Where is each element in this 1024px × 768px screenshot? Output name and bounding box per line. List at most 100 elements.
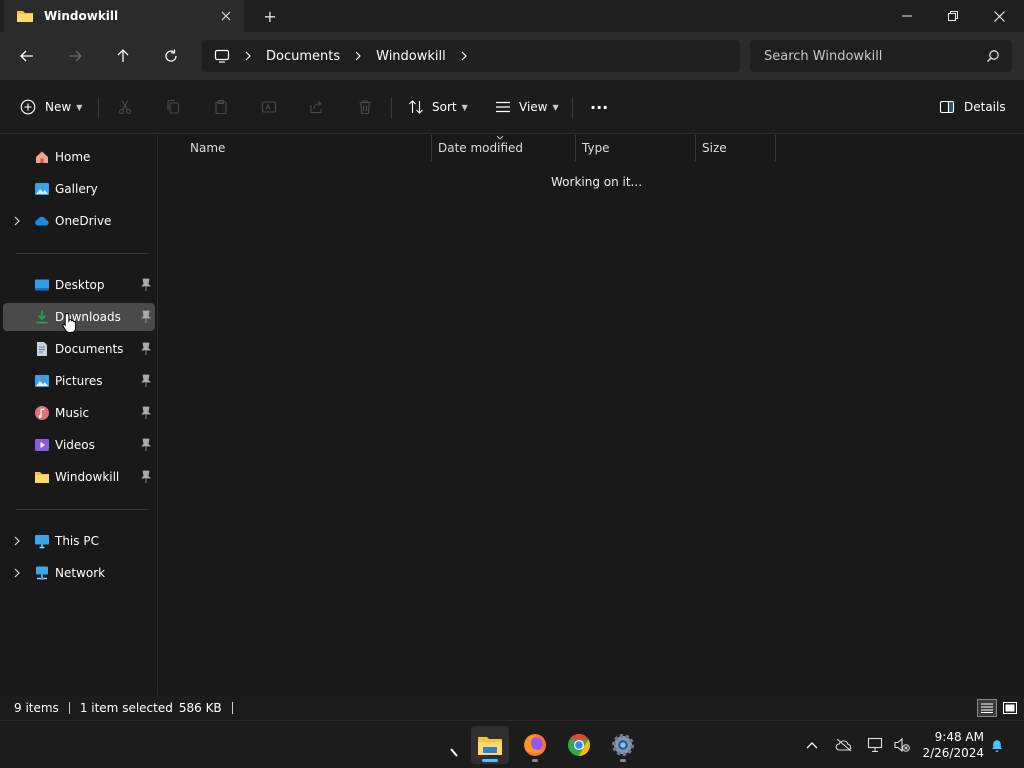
copy-icon bbox=[167, 99, 180, 114]
pin-icon bbox=[141, 470, 151, 483]
arrow-right-icon bbox=[69, 50, 82, 62]
chevron-right-icon[interactable] bbox=[456, 48, 472, 64]
sidebar-item-label: Gallery bbox=[55, 182, 98, 196]
close-window-button[interactable] bbox=[976, 0, 1022, 32]
taskbar-firefox[interactable] bbox=[516, 726, 554, 764]
share-button[interactable] bbox=[307, 97, 327, 117]
up-button[interactable] bbox=[109, 44, 137, 68]
item-count: 9 items bbox=[14, 701, 59, 715]
breadcrumb-windowkill[interactable]: Windowkill bbox=[376, 49, 446, 64]
column-header-date-modified[interactable]: Date modified bbox=[432, 135, 575, 161]
address-bar[interactable]: Documents Windowkill bbox=[202, 40, 740, 72]
taskbar-file-explorer[interactable] bbox=[471, 726, 509, 764]
back-button[interactable] bbox=[13, 44, 41, 68]
delete-button[interactable] bbox=[355, 97, 375, 117]
paste-button[interactable] bbox=[211, 97, 231, 117]
arrow-up-icon bbox=[117, 49, 129, 62]
sidebar-item-home[interactable]: Home bbox=[3, 143, 155, 171]
details-view-toggle[interactable] bbox=[977, 699, 997, 717]
copy-button[interactable] bbox=[163, 97, 183, 117]
taskbar-chrome[interactable] bbox=[560, 726, 598, 764]
running-indicator bbox=[532, 759, 538, 762]
forward-button[interactable] bbox=[61, 44, 89, 68]
sidebar-item-documents[interactable]: Documents bbox=[3, 335, 155, 363]
column-header-type[interactable]: Type bbox=[576, 135, 695, 161]
details-button[interactable]: Details bbox=[939, 95, 1006, 119]
sidebar-item-label: Network bbox=[55, 566, 106, 580]
sidebar-item-network[interactable]: Network bbox=[3, 559, 155, 587]
onedrive-tray[interactable] bbox=[832, 733, 856, 757]
minimize-icon bbox=[902, 15, 912, 17]
chevron-right-icon[interactable] bbox=[11, 535, 23, 547]
tiles-view-icon bbox=[1003, 702, 1017, 714]
sidebar-item-downloads[interactable]: Downloads bbox=[3, 303, 155, 333]
sidebar-item-videos[interactable]: Videos bbox=[3, 431, 155, 459]
sidebar-item-label: Desktop bbox=[55, 278, 105, 292]
show-hidden-icons-button[interactable] bbox=[800, 733, 824, 757]
selection-count: 1 item selected bbox=[79, 701, 173, 715]
sidebar-item-onedrive[interactable]: OneDrive bbox=[3, 207, 155, 235]
column-divider[interactable] bbox=[775, 135, 776, 161]
new-button[interactable]: New ▼ bbox=[20, 95, 82, 119]
sidebar-item-desktop[interactable]: Desktop bbox=[3, 271, 155, 299]
search-placeholder: Search Windowkill bbox=[764, 48, 883, 64]
network-tray[interactable] bbox=[864, 733, 888, 757]
breadcrumb-documents[interactable]: Documents bbox=[266, 49, 340, 64]
chevron-down-icon: ▼ bbox=[552, 102, 559, 112]
chrome-icon bbox=[568, 734, 590, 756]
file-list-pane[interactable]: Name Date modified Type Size Working on … bbox=[159, 135, 1024, 695]
search-input[interactable]: Search Windowkill bbox=[750, 40, 1012, 72]
search-icon bbox=[987, 50, 999, 62]
network-status-icon bbox=[867, 737, 883, 753]
view-label: View bbox=[519, 100, 548, 114]
cut-button[interactable] bbox=[115, 97, 135, 117]
chevron-right-icon[interactable] bbox=[11, 567, 23, 579]
rename-button[interactable] bbox=[259, 97, 279, 117]
column-header-name[interactable]: Name bbox=[184, 135, 431, 161]
close-tab-button[interactable] bbox=[216, 6, 236, 26]
sidebar-item-gallery[interactable]: Gallery bbox=[3, 175, 155, 203]
hand-cursor-icon bbox=[62, 312, 77, 333]
chevron-up-icon bbox=[806, 742, 818, 749]
volume-tray[interactable] bbox=[890, 733, 914, 757]
refresh-button[interactable] bbox=[157, 44, 185, 68]
clock[interactable]: 9:48 AM 2/26/2024 bbox=[918, 729, 984, 761]
chevron-right-icon[interactable] bbox=[350, 48, 366, 64]
videos-icon bbox=[35, 439, 49, 451]
sidebar-item-label: Documents bbox=[55, 342, 124, 356]
divider bbox=[16, 509, 148, 510]
tab-windowkill[interactable]: Windowkill bbox=[4, 0, 244, 32]
sidebar-item-music[interactable]: Music bbox=[3, 399, 155, 427]
divider bbox=[68, 702, 70, 714]
sort-button[interactable]: Sort ▼ bbox=[408, 95, 468, 119]
home-icon bbox=[36, 151, 48, 163]
gallery-icon bbox=[35, 183, 49, 195]
restore-button[interactable] bbox=[930, 0, 976, 32]
sidebar-item-windowkill[interactable]: Windowkill bbox=[3, 463, 155, 491]
large-icons-view-toggle[interactable] bbox=[1000, 699, 1020, 717]
pin-icon bbox=[141, 374, 151, 387]
close-icon bbox=[993, 10, 1005, 22]
sidebar-item-this-pc[interactable]: This PC bbox=[3, 527, 155, 555]
pictures-icon bbox=[35, 375, 49, 387]
selection-size: 586 KB bbox=[178, 701, 222, 715]
divider bbox=[391, 97, 392, 119]
view-button[interactable]: View ▼ bbox=[495, 95, 559, 119]
pin-icon bbox=[141, 438, 151, 451]
sidebar-item-pictures[interactable]: Pictures bbox=[3, 367, 155, 395]
new-tab-button[interactable]: + bbox=[258, 5, 282, 27]
onedrive-offline-icon bbox=[835, 738, 852, 752]
loading-message: Working on it... bbox=[551, 175, 643, 189]
taskbar-settings[interactable] bbox=[604, 726, 642, 764]
trash-icon bbox=[359, 100, 371, 115]
notifications-button[interactable] bbox=[985, 733, 1009, 757]
chevron-right-icon[interactable] bbox=[11, 215, 23, 227]
chevron-right-icon[interactable] bbox=[240, 48, 256, 64]
desktop-icon bbox=[35, 279, 49, 291]
plus-circle-icon bbox=[20, 99, 36, 115]
minimize-button[interactable] bbox=[884, 0, 930, 32]
more-options-button[interactable]: ··· bbox=[590, 95, 608, 119]
column-header-size[interactable]: Size bbox=[696, 135, 775, 161]
share-icon bbox=[310, 100, 322, 114]
close-icon bbox=[221, 11, 231, 21]
